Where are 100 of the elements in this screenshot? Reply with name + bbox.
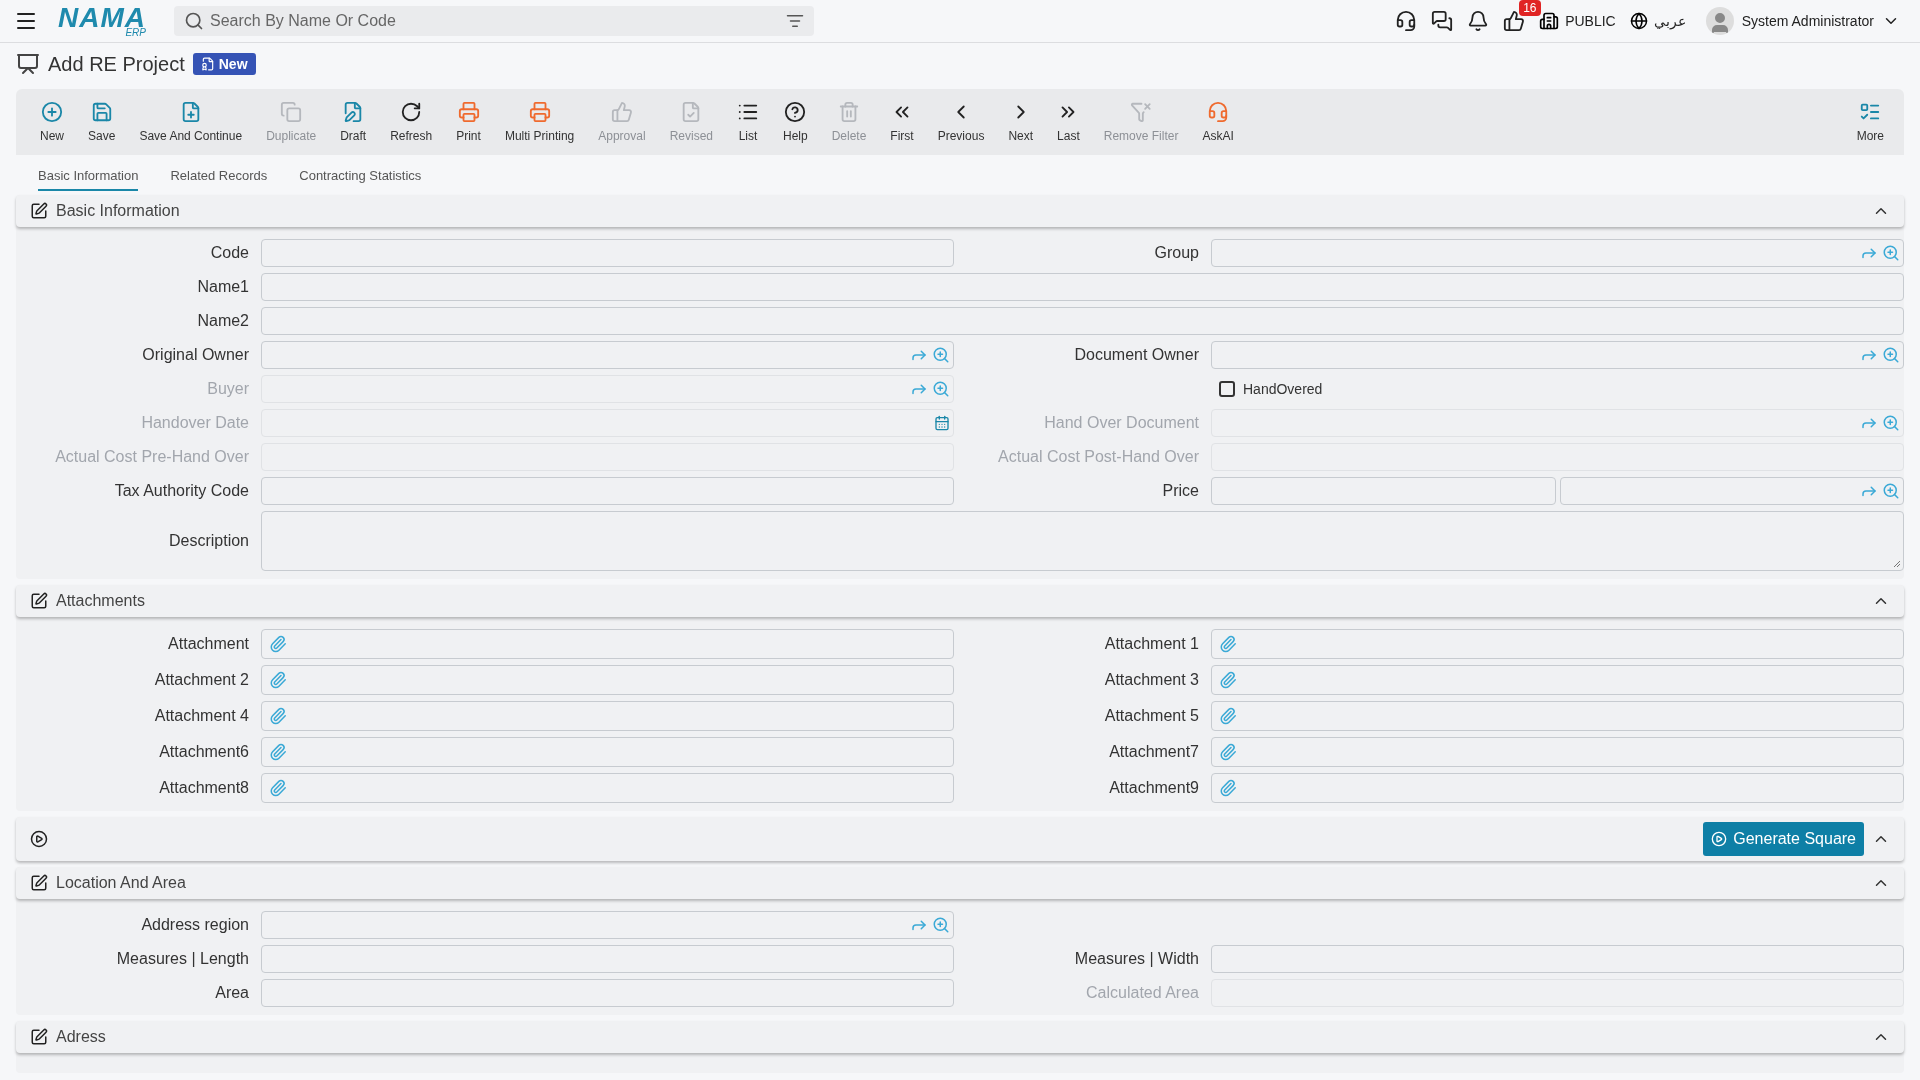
next-button[interactable]: Next xyxy=(998,101,1044,143)
checkbox[interactable] xyxy=(1219,381,1235,397)
save-button[interactable]: Save xyxy=(78,101,126,143)
input-field[interactable] xyxy=(261,477,954,505)
edit-icon xyxy=(30,1028,48,1046)
resize-handle-icon[interactable] xyxy=(1893,560,1901,568)
input-field[interactable] xyxy=(261,945,954,973)
lookup-field[interactable] xyxy=(261,341,954,369)
language-link[interactable]: عربي xyxy=(1653,13,1686,29)
field-label: Address region xyxy=(140,916,249,934)
paperclip-icon[interactable] xyxy=(1219,707,1237,725)
calendar-icon[interactable] xyxy=(934,415,950,431)
paperclip-icon[interactable] xyxy=(269,743,287,761)
attachment-field[interactable] xyxy=(1211,773,1904,803)
lookup-field[interactable] xyxy=(1211,341,1904,369)
company-label[interactable]: PUBLIC xyxy=(1565,13,1616,29)
status-badge: New xyxy=(192,53,256,75)
section-header[interactable]: Adress xyxy=(16,1021,1904,1053)
field-label: Attachment 2 xyxy=(153,671,249,689)
previous-button[interactable]: Previous xyxy=(927,101,995,143)
new-button[interactable]: New xyxy=(30,101,74,143)
more-button[interactable]: More xyxy=(1846,101,1894,143)
paperclip-icon[interactable] xyxy=(1219,779,1237,797)
search-plus-icon[interactable] xyxy=(932,380,950,398)
attachment-field[interactable] xyxy=(261,737,954,767)
paperclip-icon[interactable] xyxy=(1219,743,1237,761)
paperclip-icon[interactable] xyxy=(269,635,287,653)
search-plus-icon[interactable] xyxy=(1882,244,1900,262)
search-plus-icon[interactable] xyxy=(1882,482,1900,500)
globe-icon[interactable] xyxy=(1629,12,1648,30)
chat-icon[interactable] xyxy=(1431,10,1454,32)
paperclip-icon[interactable] xyxy=(1219,635,1237,653)
user-menu[interactable]: System Administrator xyxy=(1699,6,1906,36)
search-field[interactable]: Search By Name Or Code xyxy=(174,6,814,36)
tab[interactable]: Contracting Statistics xyxy=(299,168,422,191)
input-field[interactable] xyxy=(261,307,1904,335)
multi-printing-button[interactable]: Multi Printing xyxy=(494,101,585,143)
attachment-field[interactable] xyxy=(1211,701,1904,731)
thumbs-up-icon[interactable] xyxy=(1503,10,1526,32)
edit-icon xyxy=(30,592,48,610)
section-header[interactable]: Location And Area xyxy=(16,867,1904,899)
search-plus-icon[interactable] xyxy=(1882,414,1900,432)
attachment-field[interactable] xyxy=(261,665,954,695)
attachment-field[interactable] xyxy=(261,629,954,659)
field-label: Attachment6 xyxy=(158,743,249,761)
section-title: Basic Information xyxy=(56,202,181,220)
generate-square-button[interactable]: Generate Square xyxy=(1703,822,1864,856)
attachment-field[interactable] xyxy=(1211,737,1904,767)
draft-button[interactable]: Draft xyxy=(330,101,377,143)
play-icon xyxy=(1711,831,1728,847)
paperclip-icon[interactable] xyxy=(269,671,287,689)
bell-icon[interactable] xyxy=(1467,10,1490,32)
lookup-field[interactable] xyxy=(1559,477,1904,505)
attachment-field[interactable] xyxy=(1211,629,1904,659)
search-icon xyxy=(184,11,204,31)
list-button[interactable]: List xyxy=(727,101,769,143)
lookup-field[interactable] xyxy=(261,911,954,939)
field-label: Measures | Width xyxy=(1073,950,1199,968)
input-field[interactable] xyxy=(1211,945,1904,973)
thumbs-up-icon xyxy=(610,101,633,123)
field-label: Attachment8 xyxy=(158,779,249,797)
tab[interactable]: Basic Information xyxy=(38,168,139,191)
ask-ai-button[interactable]: AskAI xyxy=(1192,101,1244,143)
search-plus-icon[interactable] xyxy=(932,346,950,364)
refresh-button[interactable]: Refresh xyxy=(380,101,443,143)
textarea-field[interactable] xyxy=(261,511,1904,571)
field-label: Area xyxy=(214,984,249,1002)
input-field[interactable] xyxy=(261,239,954,267)
checkbox-label: HandOvered xyxy=(1243,381,1323,397)
paperclip-icon[interactable] xyxy=(269,779,287,797)
last-button[interactable]: Last xyxy=(1047,101,1090,143)
help-button[interactable]: Help xyxy=(773,101,818,143)
section-title: Attachments xyxy=(56,592,146,610)
filter-icon[interactable] xyxy=(786,12,804,30)
paperclip-icon[interactable] xyxy=(1219,671,1237,689)
building-icon[interactable] xyxy=(1539,11,1560,31)
section-header[interactable]: Generate Square xyxy=(16,817,1904,861)
attachment-field[interactable] xyxy=(261,773,954,803)
headset-icon[interactable] xyxy=(1395,10,1418,32)
paperclip-icon[interactable] xyxy=(269,707,287,725)
first-button[interactable]: First xyxy=(880,101,924,143)
attachment-field[interactable] xyxy=(1211,665,1904,695)
play-icon[interactable] xyxy=(30,830,48,848)
input-field[interactable] xyxy=(1211,477,1556,505)
tab[interactable]: Related Records xyxy=(170,168,268,191)
copy-icon xyxy=(280,101,303,123)
input-field[interactable] xyxy=(261,273,1904,301)
field-label: Calculated Area xyxy=(1085,984,1199,1002)
print-button[interactable]: Print xyxy=(446,101,491,143)
attachment-field[interactable] xyxy=(261,701,954,731)
lookup-field[interactable] xyxy=(1211,239,1904,267)
search-plus-icon[interactable] xyxy=(932,916,950,934)
field-label: Attachment7 xyxy=(1108,743,1199,761)
input-field[interactable] xyxy=(261,979,954,1007)
section-header[interactable]: Attachments xyxy=(16,585,1904,617)
save-and-continue-button[interactable]: Save And Continue xyxy=(129,101,253,143)
search-plus-icon[interactable] xyxy=(1882,346,1900,364)
section-title: Adress xyxy=(56,1028,107,1046)
section-header[interactable]: Basic Information xyxy=(16,195,1904,227)
edit-icon xyxy=(30,874,48,892)
